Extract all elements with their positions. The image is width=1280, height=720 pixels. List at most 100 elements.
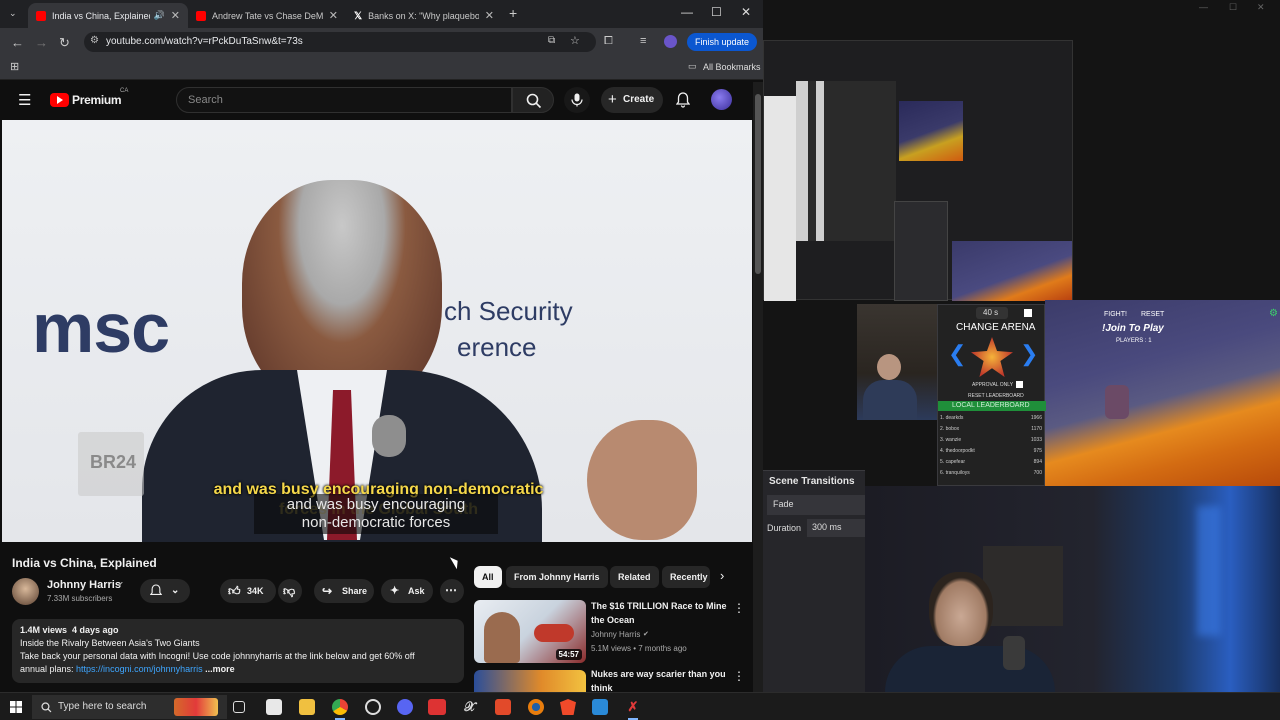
close-tab-icon[interactable]: ✕ xyxy=(171,9,180,22)
chip-all[interactable]: All xyxy=(474,566,502,588)
user-avatar[interactable] xyxy=(711,89,732,110)
incogni-link[interactable]: https://incogni.com/johnnyharris xyxy=(76,664,203,674)
finish-update-button[interactable]: Finish update xyxy=(687,33,758,51)
transition-type-select[interactable]: Fade xyxy=(767,495,865,515)
like-count: 34K xyxy=(247,586,264,596)
watermark-text: BR24 xyxy=(90,452,137,472)
fight-button[interactable]: FIGHT! xyxy=(1104,311,1127,318)
app-icon-script[interactable]: 𝒳 xyxy=(462,699,478,715)
app-icon-orange[interactable] xyxy=(495,699,511,715)
duration-input[interactable]: 300 ms xyxy=(807,519,865,537)
search-button[interactable] xyxy=(512,87,554,113)
app-icon-vpn[interactable] xyxy=(365,699,381,715)
apps-grid-icon[interactable]: ⊞ xyxy=(10,60,19,73)
close-window-icon[interactable]: ✕ xyxy=(741,5,751,19)
vscode-icon[interactable] xyxy=(592,699,608,715)
brave-icon[interactable] xyxy=(560,699,576,715)
minimize-icon[interactable]: — xyxy=(681,5,693,19)
reco-title-line-2[interactable]: think xyxy=(591,683,613,692)
youtube-premium-logo-text[interactable]: Premium xyxy=(72,93,122,107)
task-view-icon[interactable] xyxy=(233,701,245,713)
app-icon-1[interactable] xyxy=(266,699,282,715)
app-icon-game[interactable]: ✗ xyxy=(625,699,641,720)
reload-icon[interactable]: ↻ xyxy=(59,35,70,51)
score: 1033 xyxy=(1030,437,1042,443)
address-bar[interactable]: ⚙ youtube.com/watch?v=rPckDuTaSnw&t=73s … xyxy=(84,32,596,52)
chip-recently[interactable]: Recently xyxy=(662,566,710,588)
reco-thumbnail[interactable] xyxy=(474,670,586,692)
reco-more-icon[interactable]: ⋮ xyxy=(733,669,745,683)
install-icon[interactable]: ⧉ xyxy=(548,35,555,46)
settings-gear-icon[interactable]: ⚙ xyxy=(1269,308,1278,319)
arena-next-arrow-icon[interactable]: ❯ xyxy=(1020,341,1038,367)
mouse-cursor-icon xyxy=(449,554,462,570)
speaker-icon[interactable]: 🔊 xyxy=(154,10,165,21)
chrome-icon[interactable] xyxy=(332,699,348,720)
file-explorer-icon[interactable] xyxy=(299,699,315,715)
all-bookmarks-link[interactable]: All Bookmarks xyxy=(703,62,761,72)
new-tab-button[interactable]: + xyxy=(509,5,517,21)
reco-channel[interactable]: Johnny Harris xyxy=(591,630,640,639)
more-actions-button[interactable]: ⋯ xyxy=(440,579,464,603)
tab-search-icon[interactable]: ⌄ xyxy=(9,8,17,19)
caption-box: and was busy encouraging non-democratic … xyxy=(254,494,498,534)
video-player[interactable]: msc ch Security erence BR24 and was busy… xyxy=(2,120,752,542)
tab-banks-on-x[interactable]: 𝕏 Banks on X: "Why plaqueboym ✕ xyxy=(346,3,502,28)
description-box[interactable]: 1.4M views 4 days ago Inside the Rivalry… xyxy=(12,619,464,683)
bookmark-star-icon[interactable]: ☆ xyxy=(570,34,580,47)
media-control-icon[interactable]: ≡ xyxy=(640,35,646,47)
chip-related[interactable]: Related xyxy=(610,566,659,588)
reco-title-line-2[interactable]: the Ocean xyxy=(591,615,635,625)
ask-button[interactable]: ✦ Ask xyxy=(381,579,433,603)
page-scrollbar[interactable] xyxy=(753,82,763,692)
close-tab-icon[interactable]: ✕ xyxy=(485,9,494,22)
maximize-icon[interactable]: ☐ xyxy=(711,5,722,19)
discord-icon[interactable] xyxy=(397,699,413,715)
approval-toggle[interactable] xyxy=(1016,381,1023,388)
like-button[interactable]: 👍︎ 34K xyxy=(220,579,276,603)
chip-from-channel[interactable]: From Johnny Harris xyxy=(506,566,608,588)
maximize-icon[interactable]: ☐ xyxy=(1229,2,1237,13)
taskbar-search-box[interactable]: Type here to search xyxy=(32,695,227,719)
youtube-logo-icon[interactable] xyxy=(50,93,69,107)
chips-next-arrow-icon[interactable]: › xyxy=(720,568,724,583)
channel-name[interactable]: Johnny Harris xyxy=(47,579,121,591)
menu-hamburger-icon[interactable]: ☰ xyxy=(18,91,31,109)
site-info-icon[interactable]: ⚙ xyxy=(90,35,99,46)
subscribed-bell-button[interactable]: ⌄ xyxy=(140,579,190,603)
close-tab-icon[interactable]: ✕ xyxy=(329,9,338,22)
reco-title-line-1[interactable]: Nukes are way scarier than you xyxy=(591,669,726,679)
reco-thumbnail[interactable]: 54:57 xyxy=(474,600,586,663)
minimize-icon[interactable]: — xyxy=(1199,2,1208,12)
arena-prev-arrow-icon[interactable]: ❮ xyxy=(948,341,966,367)
youtube-favicon-icon xyxy=(36,10,46,21)
dislike-button[interactable]: 👎︎ xyxy=(278,579,302,603)
forward-icon[interactable]: → xyxy=(35,35,48,50)
search-input[interactable]: Search xyxy=(176,87,512,113)
close-window-icon[interactable]: ✕ xyxy=(1257,2,1265,13)
blender-icon[interactable] xyxy=(528,699,544,715)
tab-andrew-tate[interactable]: Andrew Tate vs Chase DeMoor ✕ xyxy=(188,3,346,28)
chevron-down-icon: ⌄ xyxy=(171,585,180,596)
windows-start-icon[interactable] xyxy=(10,701,22,713)
profile-avatar[interactable] xyxy=(664,35,677,48)
scrollbar-thumb[interactable] xyxy=(755,94,761,274)
notifications-bell-icon[interactable] xyxy=(676,92,690,108)
video-title: India vs China, Explained xyxy=(12,556,157,570)
create-button[interactable]: + Create xyxy=(601,87,663,113)
approval-checkbox[interactable] xyxy=(1024,309,1032,317)
extensions-icon[interactable]: ⧠ xyxy=(604,35,613,48)
show-more-link[interactable]: ...more xyxy=(205,664,235,674)
tab-india-vs-china[interactable]: India vs China, Explained - Y 🔊 ✕ xyxy=(28,3,188,28)
reco-more-icon[interactable]: ⋮ xyxy=(733,601,745,615)
voice-search-button[interactable] xyxy=(564,87,590,113)
reco-title-line-1[interactable]: The $16 TRILLION Race to Mine xyxy=(591,601,727,611)
reset-leaderboard-button[interactable]: RESET LEADERBOARD xyxy=(968,393,1024,399)
search-highlight-icon xyxy=(174,698,218,716)
share-button[interactable]: ↪ Share xyxy=(314,579,374,603)
channel-avatar[interactable] xyxy=(12,578,39,605)
app-icon-red[interactable] xyxy=(428,699,446,715)
reset-button[interactable]: RESET xyxy=(1141,311,1164,318)
back-icon[interactable]: ← xyxy=(11,35,24,50)
description-line-3: annual plans: https://incogni.com/johnny… xyxy=(20,663,456,676)
